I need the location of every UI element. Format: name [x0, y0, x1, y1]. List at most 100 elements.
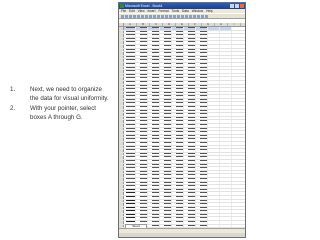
cell[interactable] [208, 116, 220, 120]
cell[interactable] [148, 106, 160, 109]
cell[interactable] [160, 41, 172, 44]
cell[interactable] [136, 34, 148, 37]
cell[interactable] [196, 106, 208, 109]
cell[interactable] [136, 120, 148, 124]
cell[interactable] [184, 188, 196, 192]
toolbar-button-icon[interactable] [121, 14, 124, 18]
cell[interactable] [172, 41, 184, 44]
cell[interactable] [220, 131, 232, 134]
cell[interactable] [172, 62, 184, 66]
cell[interactable] [196, 145, 208, 149]
cell[interactable] [136, 131, 148, 134]
cell[interactable] [184, 138, 196, 141]
cell[interactable] [160, 181, 172, 185]
cell[interactable] [148, 217, 160, 221]
cell[interactable] [148, 195, 160, 199]
cell[interactable] [172, 131, 184, 134]
cell[interactable] [196, 159, 208, 163]
cell[interactable] [136, 41, 148, 44]
cell[interactable] [184, 195, 196, 199]
cell[interactable] [124, 66, 136, 70]
cell[interactable] [208, 224, 220, 228]
cell[interactable] [136, 156, 148, 159]
cell[interactable] [148, 70, 160, 73]
toolbar-button-icon[interactable] [173, 14, 176, 18]
cell[interactable] [148, 145, 160, 149]
toolbar-button-icon[interactable] [137, 14, 140, 18]
toolbar-button-icon[interactable] [169, 14, 172, 18]
cell[interactable] [220, 210, 232, 213]
column-header-b[interactable]: B [137, 23, 150, 26]
cell[interactable] [124, 116, 136, 120]
cell[interactable] [172, 224, 184, 228]
cell[interactable] [124, 41, 136, 44]
cell[interactable] [148, 55, 160, 59]
cell[interactable] [196, 70, 208, 73]
cell[interactable] [208, 30, 220, 34]
cell[interactable] [220, 77, 232, 80]
cell[interactable] [208, 27, 220, 30]
cell[interactable] [172, 52, 184, 55]
cell[interactable] [148, 34, 160, 37]
cell[interactable] [172, 106, 184, 109]
cell[interactable] [220, 80, 232, 84]
cell[interactable] [136, 195, 148, 199]
cell[interactable] [184, 106, 196, 109]
cell[interactable] [148, 44, 160, 48]
cell[interactable] [184, 41, 196, 44]
cell[interactable] [124, 177, 136, 181]
cell[interactable] [160, 84, 172, 88]
cell[interactable] [160, 109, 172, 113]
column-header-f[interactable]: F [189, 23, 202, 26]
toolbar-button-icon[interactable] [157, 14, 160, 18]
cell[interactable] [172, 88, 184, 91]
cell[interactable] [196, 102, 208, 106]
cell[interactable] [160, 77, 172, 80]
cell[interactable] [124, 217, 136, 221]
cell[interactable] [172, 167, 184, 170]
cell[interactable] [160, 113, 172, 116]
cell[interactable] [196, 120, 208, 124]
cell[interactable] [172, 66, 184, 70]
toolbar-button-icon[interactable] [197, 14, 200, 18]
cell[interactable] [220, 224, 232, 228]
cell[interactable] [196, 44, 208, 48]
cell[interactable] [124, 88, 136, 91]
cell[interactable] [124, 138, 136, 141]
cell[interactable] [220, 48, 232, 52]
cell[interactable] [160, 145, 172, 149]
cell[interactable] [172, 221, 184, 224]
cell[interactable] [196, 127, 208, 131]
cell[interactable] [160, 52, 172, 55]
cell[interactable] [196, 134, 208, 138]
cell[interactable] [184, 48, 196, 52]
cell[interactable] [160, 62, 172, 66]
cell[interactable] [196, 48, 208, 52]
cell[interactable] [160, 34, 172, 37]
cell[interactable] [136, 59, 148, 62]
cell[interactable] [136, 106, 148, 109]
cell[interactable] [184, 217, 196, 221]
cell[interactable] [136, 181, 148, 185]
cell[interactable] [124, 27, 136, 30]
cell[interactable] [160, 213, 172, 217]
menu-item-insert[interactable]: Insert [148, 9, 156, 13]
cell[interactable] [124, 167, 136, 170]
cell[interactable] [172, 37, 184, 41]
cell[interactable] [184, 221, 196, 224]
cell[interactable] [136, 138, 148, 141]
cell[interactable] [172, 138, 184, 141]
cell[interactable] [184, 131, 196, 134]
cell[interactable] [172, 77, 184, 80]
cell[interactable] [208, 70, 220, 73]
cell[interactable] [136, 206, 148, 210]
cell[interactable] [196, 62, 208, 66]
cell[interactable] [220, 70, 232, 73]
cell[interactable] [148, 77, 160, 80]
cell[interactable] [184, 199, 196, 203]
cell[interactable] [124, 84, 136, 88]
cell[interactable] [184, 174, 196, 177]
toolbar-button-icon[interactable] [149, 14, 152, 18]
cell[interactable] [184, 34, 196, 37]
cell[interactable] [208, 59, 220, 62]
